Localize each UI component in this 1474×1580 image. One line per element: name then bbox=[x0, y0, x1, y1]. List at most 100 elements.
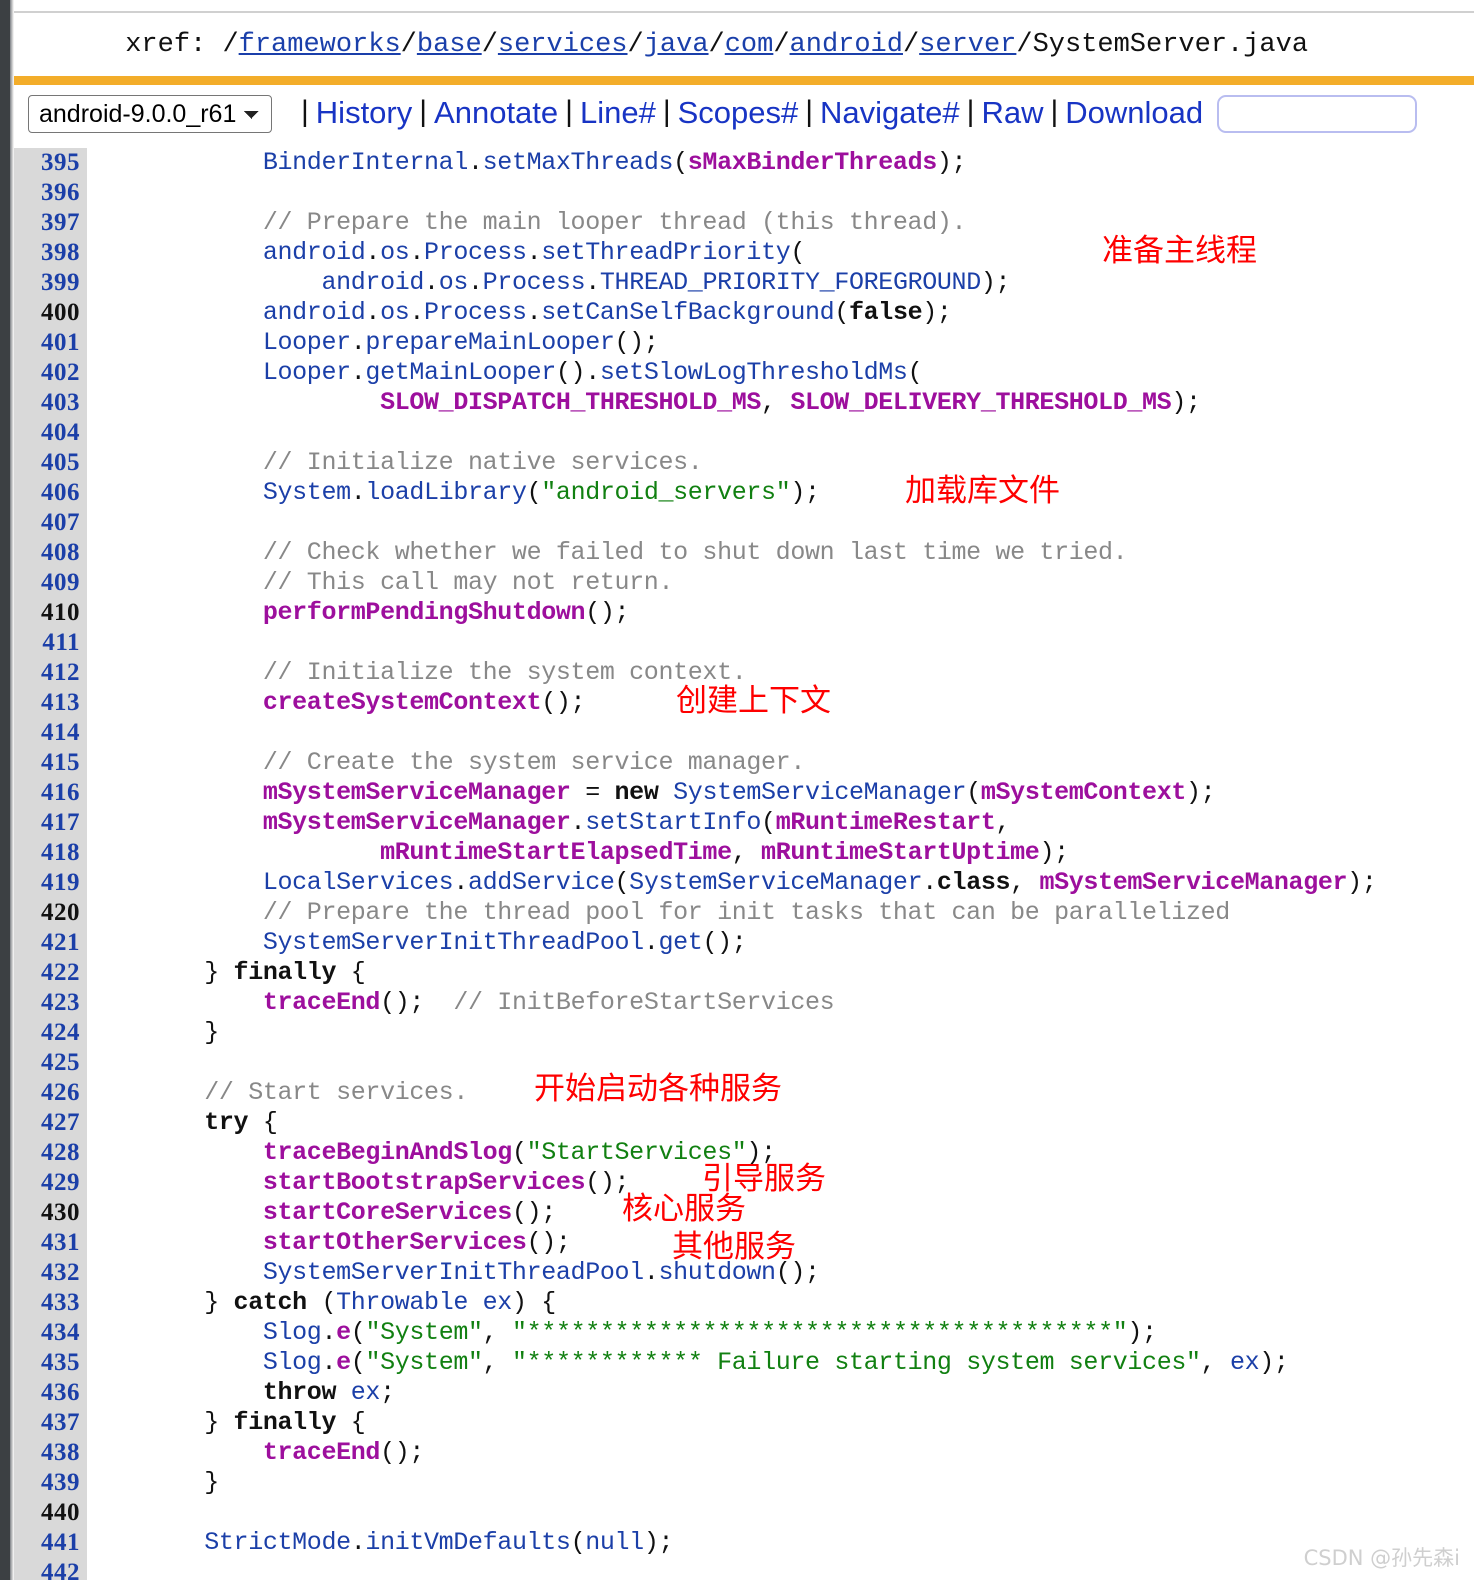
line-number[interactable]: 435 bbox=[14, 1348, 80, 1378]
line-number[interactable]: 416 bbox=[14, 778, 80, 808]
code-token: mRuntimeRestart bbox=[775, 808, 996, 837]
breadcrumb-segment-android[interactable]: android bbox=[790, 30, 903, 60]
code-token: . bbox=[321, 1348, 337, 1377]
line-number[interactable]: 439 bbox=[14, 1468, 80, 1498]
breadcrumb-segment-java[interactable]: java bbox=[644, 30, 709, 60]
breadcrumb-segment-server[interactable]: server bbox=[919, 30, 1016, 60]
line-number[interactable]: 413 bbox=[14, 688, 80, 718]
code-token: . bbox=[922, 868, 937, 897]
line-number[interactable]: 400 bbox=[14, 298, 80, 328]
code-line: // Create the system service manager. bbox=[87, 748, 1474, 778]
line-number[interactable]: 397 bbox=[14, 208, 80, 238]
line-number[interactable]: 427 bbox=[14, 1108, 80, 1138]
code-line: mSystemServiceManager = new SystemServic… bbox=[87, 778, 1474, 808]
code-token: addService bbox=[467, 868, 615, 897]
line-number[interactable]: 422 bbox=[14, 958, 80, 988]
breadcrumb-segment-services[interactable]: services bbox=[498, 30, 628, 60]
code-token: traceEnd bbox=[262, 988, 381, 1017]
xref-path-bar: xref: /frameworks/base/services/java/com… bbox=[14, 16, 1474, 74]
toolbar-link-raw[interactable]: Raw bbox=[981, 97, 1043, 128]
code-token: Slog bbox=[262, 1318, 322, 1347]
breadcrumb-segment-frameworks[interactable]: frameworks bbox=[239, 30, 401, 60]
breadcrumb-segment-base[interactable]: base bbox=[417, 30, 482, 60]
breadcrumb-filename: SystemServer.java bbox=[1032, 30, 1309, 60]
line-number[interactable]: 410 bbox=[14, 598, 80, 628]
breadcrumb-segment-com[interactable]: com bbox=[725, 30, 774, 60]
line-number[interactable]: 425 bbox=[14, 1048, 80, 1078]
code-line: Looper.getMainLooper().setSlowLogThresho… bbox=[87, 358, 1474, 388]
accent-rule bbox=[14, 76, 1474, 85]
line-number[interactable]: 407 bbox=[14, 508, 80, 538]
line-number[interactable]: 442 bbox=[14, 1558, 80, 1580]
line-number[interactable]: 433 bbox=[14, 1288, 80, 1318]
line-number[interactable]: 432 bbox=[14, 1258, 80, 1288]
search-input[interactable] bbox=[1217, 95, 1418, 133]
toolbar-link-history[interactable]: History bbox=[316, 97, 412, 128]
code-token: setCanSelfBackground bbox=[541, 298, 835, 327]
toolbar-link-annotate[interactable]: Annotate bbox=[434, 97, 558, 128]
line-number[interactable]: 420 bbox=[14, 898, 80, 928]
toolbar-link-navigate[interactable]: Navigate# bbox=[820, 97, 960, 128]
line-number[interactable]: 437 bbox=[14, 1408, 80, 1438]
line-number[interactable]: 404 bbox=[14, 418, 80, 448]
line-number[interactable]: 403 bbox=[14, 388, 80, 418]
line-number[interactable]: 423 bbox=[14, 988, 80, 1018]
line-number[interactable]: 398 bbox=[14, 238, 80, 268]
toolbar-divider: | bbox=[1050, 95, 1059, 128]
line-number[interactable]: 395 bbox=[14, 148, 80, 178]
code-token: ); bbox=[643, 1528, 674, 1557]
code-token: (); bbox=[380, 1438, 425, 1467]
code-token: . bbox=[570, 808, 586, 837]
line-number[interactable]: 399 bbox=[14, 268, 80, 298]
line-number[interactable]: 418 bbox=[14, 838, 80, 868]
version-select[interactable]: android-9.0.0_r61 bbox=[28, 95, 272, 133]
line-number[interactable]: 440 bbox=[14, 1498, 80, 1528]
line-number[interactable]: 411 bbox=[14, 628, 80, 658]
line-number[interactable]: 402 bbox=[14, 358, 80, 388]
line-number[interactable]: 441 bbox=[14, 1528, 80, 1558]
line-number[interactable]: 438 bbox=[14, 1438, 80, 1468]
line-number[interactable]: 431 bbox=[14, 1228, 80, 1258]
code-viewer[interactable]: 395 396 397 398 399 400 401 402 403 404 405 406 407 4… bbox=[10, 148, 1474, 1580]
toolbar-link-scopes[interactable]: Scopes# bbox=[678, 97, 799, 128]
line-number[interactable]: 401 bbox=[14, 328, 80, 358]
code-token: SLOW_DELIVERY_THRESHOLD_MS bbox=[790, 388, 1172, 417]
code-token: ex bbox=[482, 1288, 513, 1317]
line-number-list[interactable]: 395 396 397 398 399 400 401 402 403 404 405 406 407 4… bbox=[14, 148, 87, 1580]
line-number[interactable]: 406 bbox=[14, 478, 80, 508]
source-code[interactable]: BinderInternal.setMaxThreads(sMaxBinderT… bbox=[87, 148, 1474, 1580]
line-number[interactable]: 405 bbox=[14, 448, 80, 478]
line-number[interactable]: 434 bbox=[14, 1318, 80, 1348]
line-number[interactable]: 429 bbox=[14, 1168, 80, 1198]
line-number[interactable]: 415 bbox=[14, 748, 80, 778]
line-number[interactable]: 417 bbox=[14, 808, 80, 838]
line-number[interactable]: 421 bbox=[14, 928, 80, 958]
toolbar-link-linenum[interactable]: Line# bbox=[580, 97, 656, 128]
line-number[interactable]: 424 bbox=[14, 1018, 80, 1048]
line-number[interactable]: 412 bbox=[14, 658, 80, 688]
toolbar-link-download[interactable]: Download bbox=[1065, 97, 1203, 128]
code-line: startCoreServices(); bbox=[87, 1198, 1474, 1228]
line-number[interactable]: 436 bbox=[14, 1378, 80, 1408]
code-token: = bbox=[570, 778, 615, 807]
line-number[interactable]: 409 bbox=[14, 568, 80, 598]
toolbar-divider: | bbox=[966, 95, 975, 128]
code-token: mRuntimeStartUptime bbox=[761, 838, 1040, 867]
line-number[interactable]: 430 bbox=[14, 1198, 80, 1228]
line-number[interactable]: 396 bbox=[14, 178, 80, 208]
code-line: traceEnd(); bbox=[87, 1438, 1474, 1468]
line-number[interactable]: 428 bbox=[14, 1138, 80, 1168]
line-number[interactable]: 414 bbox=[14, 718, 80, 748]
line-number[interactable]: 426 bbox=[14, 1078, 80, 1108]
code-token: ); bbox=[1347, 868, 1377, 897]
line-number[interactable]: 419 bbox=[14, 868, 80, 898]
line-number[interactable]: 408 bbox=[14, 538, 80, 568]
